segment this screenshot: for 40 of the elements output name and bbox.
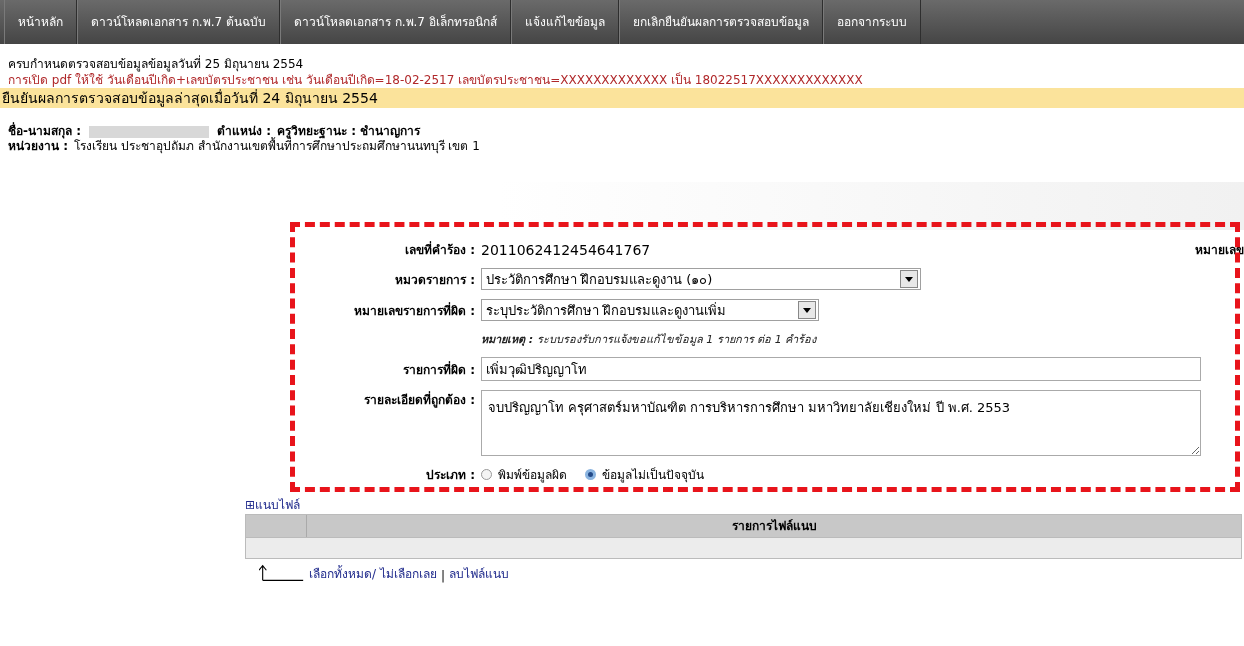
deadline-notice: ครบกำหนดตรวจสอบข้อมูลข้อมูลวันที่ 25 มิถุนายน 2554 [8, 56, 305, 72]
pdf-hint: การเปิด pdf ให้ใช้ วันเดือนปีเกิด+เลขบัตรประชาชน เช่น วันเดือนปีเกิด=18-02-2517 เลขบัตรประชาชน=XXXXXXXXXXXXX เป็น 18022517XXXXXXXXXXXXX [8, 72, 864, 88]
arrow-icon [259, 563, 305, 583]
nav-tab[interactable]: ยกเลิกยืนยันผลการตรวจสอบข้อมูล [618, 0, 823, 44]
caret-icon [905, 276, 913, 282]
table-header-cell-text: รายการไฟล์แนบ [730, 518, 818, 535]
radio-button[interactable] [481, 469, 492, 480]
field-label: หมายเลข [1195, 242, 1244, 259]
request-number: 2011062412454641767 [481, 241, 652, 258]
dropdown[interactable]: ประวัติการศึกษา ฝึกอบรมและดูงาน (๑๐) [481, 268, 921, 290]
unit-value: โรงเรียน ประชาอุปถัมภ สำนักงานเขตพื้นที่การศึกษาประถมศึกษานนทบุรี เขต 1 [74, 139, 480, 154]
nav-tab[interactable]: หน้าหลัก [4, 0, 77, 44]
nav-tab[interactable]: แจ้งแก้ไขข้อมูล [510, 0, 619, 44]
text-field[interactable]: เพิ่มวุฒิปริญญาโท [481, 357, 1201, 381]
dropdown[interactable]: ระบุประวัติการศึกษา ฝึกอบรมและดูงานเพิ่ม [481, 299, 819, 321]
field-label: รายการที่ผิด : [402, 360, 476, 379]
field-label: ประเภท : [425, 467, 476, 484]
position-value: ครูวิทยะฐานะ : ชำนาญการ [276, 124, 421, 139]
attach-file-link[interactable]: ⊞แนบไฟล์ [245, 495, 301, 514]
name-label: ชื่อ-นามสกุล : [8, 124, 81, 139]
radio-label: ข้อมูลไม่เป็นปัจจุบัน [602, 466, 704, 484]
unit-label: หน่วยงาน : [8, 139, 68, 154]
action-link[interactable]: ลบไฟล์แนบ [449, 564, 510, 583]
field-label: หมายเลขรายการที่ผิด : [353, 301, 476, 320]
text-area[interactable]: จบปริญญาโท ครุศาสตร์มหาบัณฑิต การบริหารการศึกษา มหาวิทยาลัยเชียงใหม่ ปี พ.ศ. 2553 [481, 390, 1201, 456]
field-label: เลขที่คำร้อง : [404, 240, 476, 259]
radio-label: พิมพ์ข้อมูลผิด [498, 467, 567, 484]
position-label: ตำแหน่ง : [216, 124, 271, 138]
action-link[interactable]: เลือกทั้งหมด/ [309, 564, 377, 583]
caret-icon [803, 307, 811, 313]
nav-tab[interactable]: ดาวน์โหลดเอกสาร ก.พ.7 ต้นฉบับ [77, 0, 280, 44]
note-text: หมายเหตุ : ระบบรองรับการแจ้งขอแก้ไขข้อมูล 1 รายการ ต่อ 1 คำร้อง [481, 332, 817, 348]
nav-tab[interactable]: ออกจากระบบ [822, 0, 921, 44]
field-label: หมวดรายการ : [394, 271, 476, 289]
action-link[interactable]: ไม่เลือกเลย [380, 564, 438, 583]
field-label: รายละเอียดที่ถูกต้อง : [363, 390, 476, 409]
separator: | [441, 569, 446, 583]
nav-tab[interactable]: ดาวน์โหลดเอกสาร ก.พ.7 อิเล็กทรอนิกส์ [279, 0, 511, 44]
confirmation-banner: ยืนยันผลการตรวจสอบข้อมูลล่าสุดเมื่อวันที่ 24 มิถุนายน 2554 [0, 88, 1244, 108]
radio-button[interactable] [585, 469, 596, 480]
